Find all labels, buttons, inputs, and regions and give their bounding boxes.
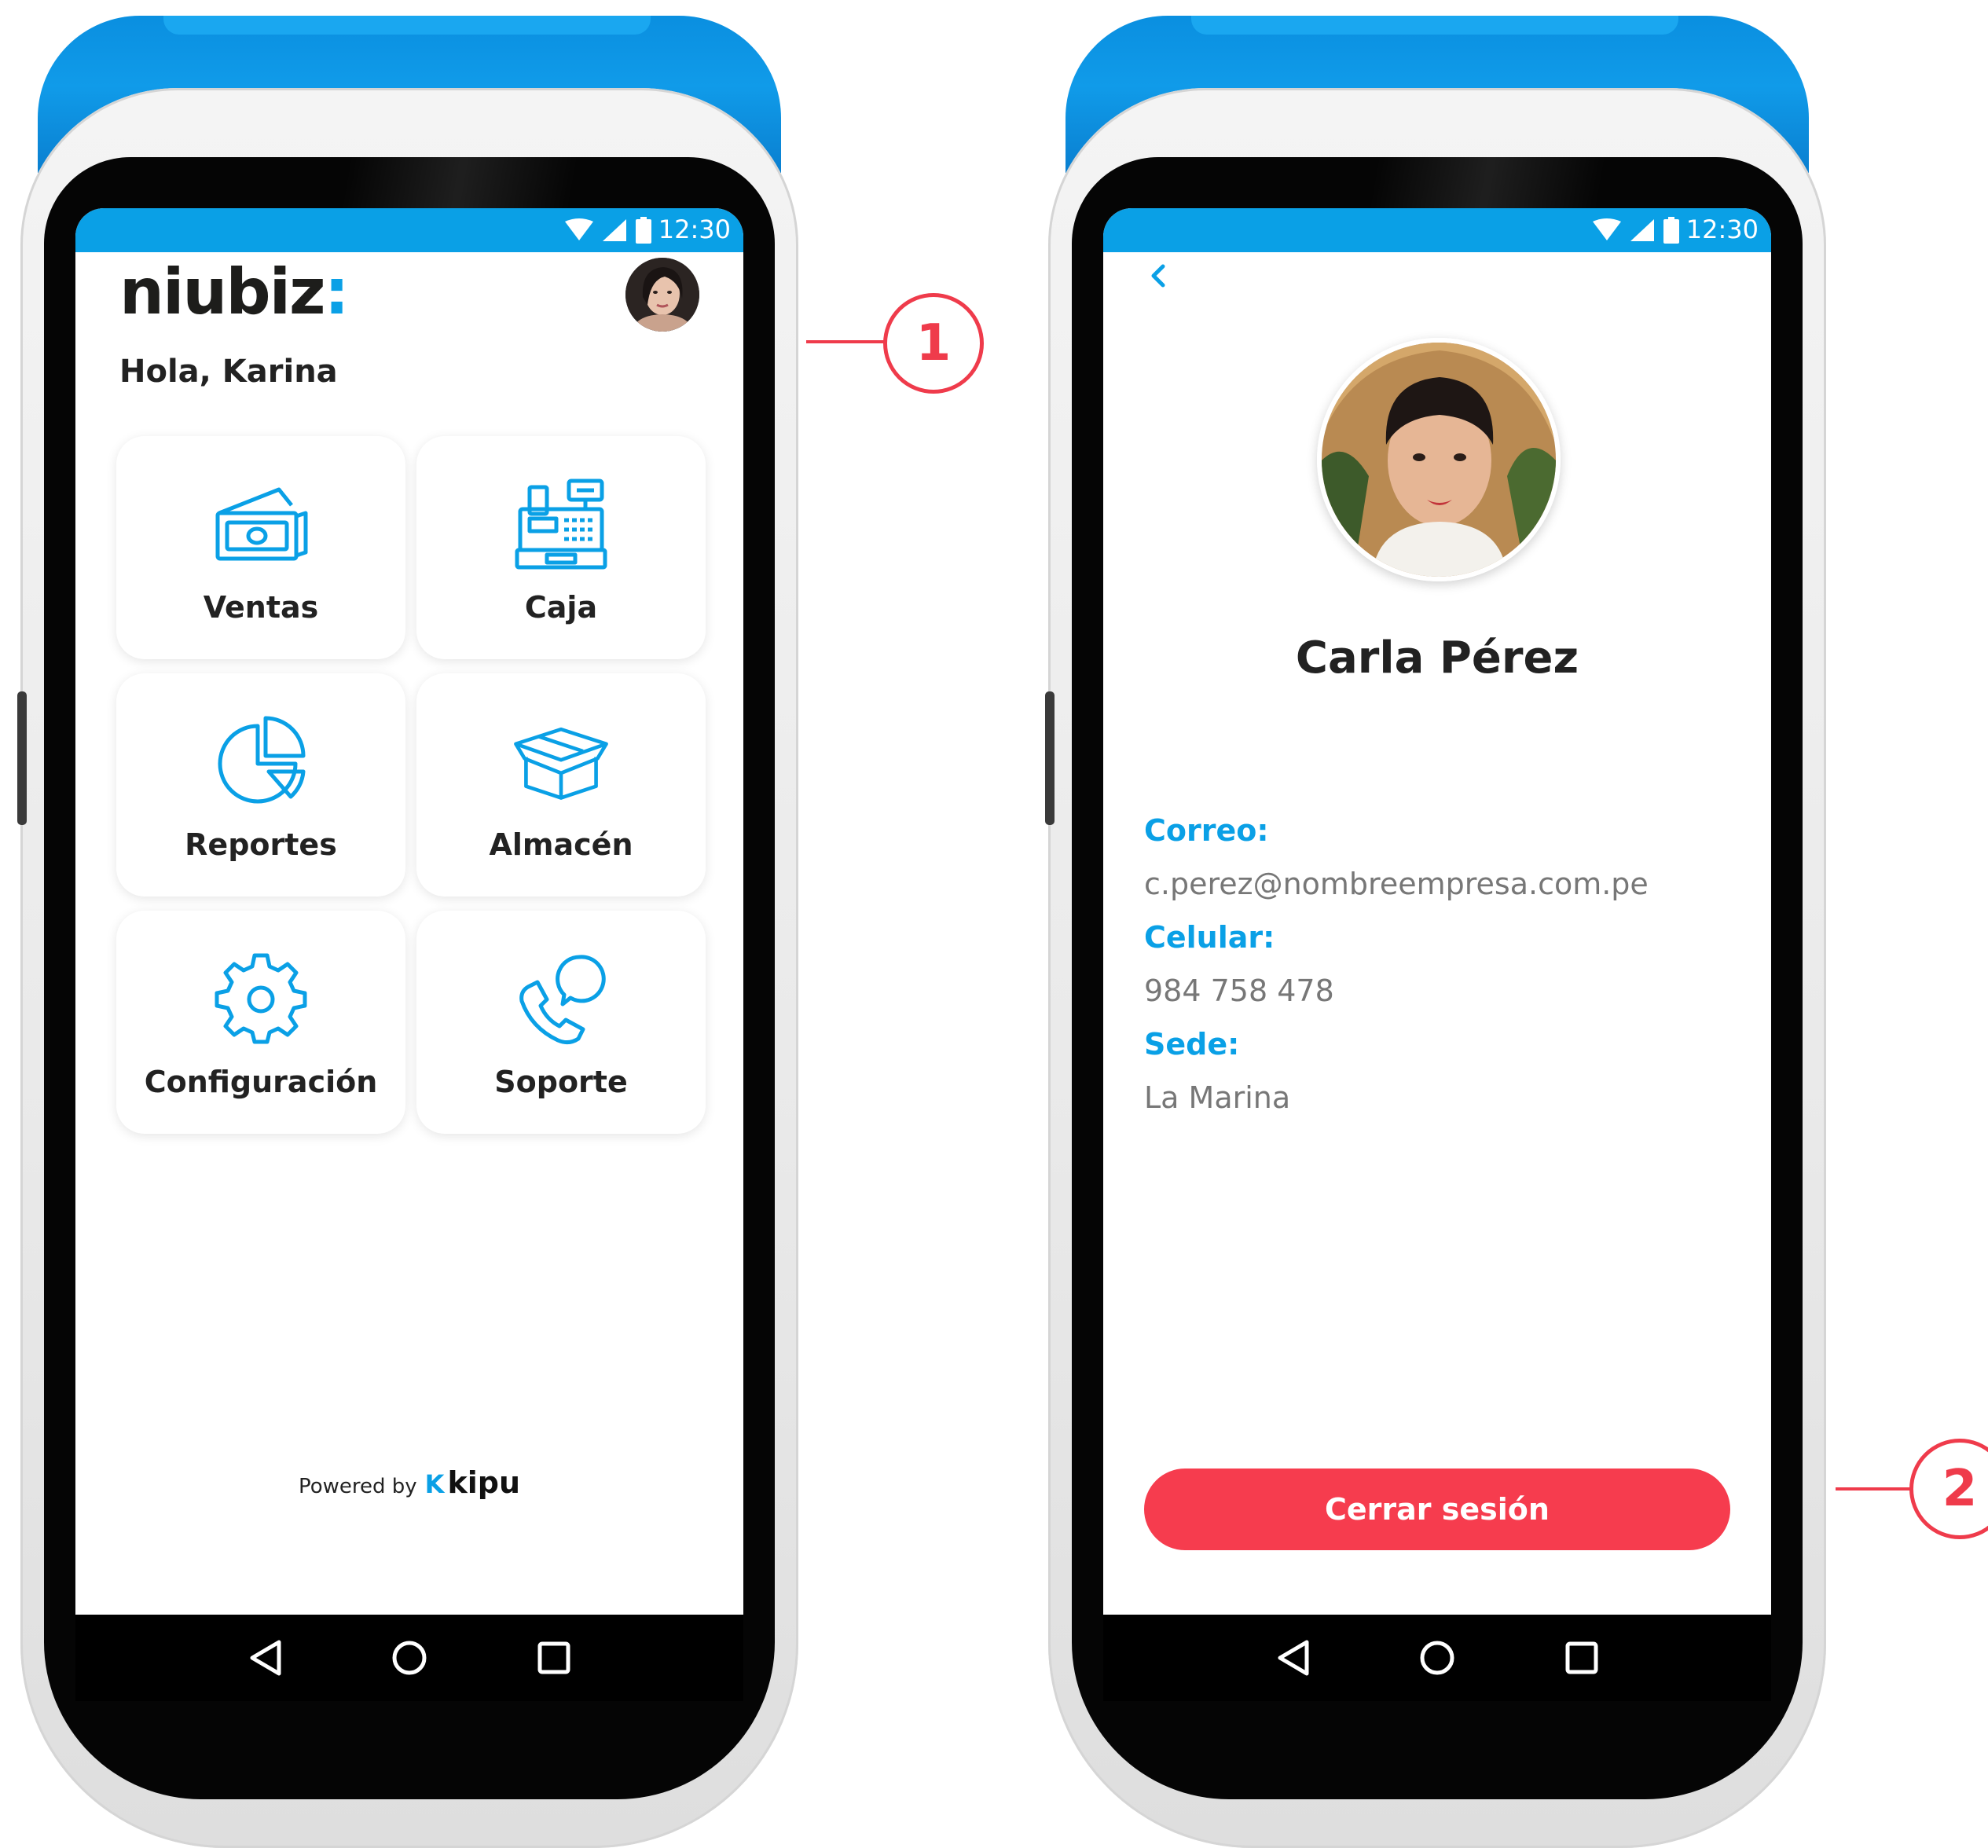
callout-1: 1 — [883, 293, 984, 394]
profile-screen: 12:30 Carla Pérez Correo: c.perez@nombre… — [1103, 208, 1771, 1688]
phone-chat-icon — [510, 948, 612, 1050]
powered-by: Powered by Kkipu — [75, 1465, 743, 1500]
menu-grid: Ventas Caja Reportes Almacén Configuraci… — [116, 436, 706, 1134]
brand-colon: : — [324, 255, 350, 328]
status-bar: 12:30 — [75, 208, 743, 252]
back-nav-icon[interactable] — [1275, 1639, 1310, 1677]
tile-label: Soporte — [494, 1065, 628, 1099]
greeting: Hola, Karina — [119, 354, 338, 390]
callout-1-line — [806, 340, 886, 343]
status-bar: 12:30 — [1103, 208, 1771, 252]
tile-label: Reportes — [185, 827, 337, 862]
device-home: 12:30 niubiz: Hola, Karina Ventas Caja R… — [17, 16, 798, 1848]
tile-configuracion[interactable]: Configuración — [116, 911, 405, 1134]
recents-nav-icon[interactable] — [1564, 1641, 1599, 1675]
tile-almacen[interactable]: Almacén — [416, 673, 706, 896]
cash-register-icon — [510, 474, 612, 576]
signal-icon — [1630, 219, 1654, 241]
status-icons — [1592, 216, 1680, 244]
profile-name: Carla Pérez — [1295, 632, 1579, 684]
brand-logo: niubiz: — [119, 255, 350, 328]
side-button — [17, 691, 27, 825]
email-label: Correo: — [1144, 813, 1269, 848]
phone-value: 984 758 478 — [1144, 974, 1334, 1008]
callout-2: 2 — [1909, 1439, 1988, 1539]
email-value: c.perez@nombreempresa.com.pe — [1144, 867, 1649, 901]
powered-by-brand: kipu — [447, 1465, 521, 1500]
site-value: La Marina — [1144, 1080, 1291, 1115]
tile-caja[interactable]: Caja — [416, 436, 706, 659]
battery-icon — [636, 217, 651, 244]
back-chevron-icon[interactable] — [1141, 255, 1172, 295]
phone-label: Celular: — [1144, 920, 1275, 955]
avatar-photo — [625, 258, 699, 332]
tile-label: Ventas — [203, 590, 319, 625]
kipu-logo-icon: K — [424, 1469, 445, 1499]
profile-avatar[interactable] — [1317, 338, 1561, 581]
pie-chart-icon — [210, 711, 312, 813]
tile-label: Configuración — [144, 1065, 378, 1099]
back-nav-icon[interactable] — [248, 1639, 282, 1677]
tile-label: Almacén — [489, 827, 633, 862]
android-nav-bar — [1103, 1615, 1771, 1701]
status-icons — [564, 216, 652, 244]
home-nav-icon[interactable] — [391, 1640, 427, 1676]
cash-icon — [210, 474, 312, 576]
recents-nav-icon[interactable] — [537, 1641, 571, 1675]
device-profile: 12:30 Carla Pérez Correo: c.perez@nombre… — [1045, 16, 1826, 1848]
battery-icon — [1663, 217, 1679, 244]
signal-icon — [603, 219, 626, 241]
box-icon — [510, 711, 612, 813]
gear-icon — [210, 948, 312, 1050]
callout-2-line — [1836, 1487, 1911, 1490]
wifi-icon — [565, 218, 593, 240]
powered-by-prefix: Powered by — [298, 1475, 417, 1498]
tile-label: Caja — [524, 590, 598, 625]
wifi-icon — [1593, 218, 1621, 240]
home-nav-icon[interactable] — [1419, 1640, 1455, 1676]
user-avatar[interactable] — [625, 258, 699, 332]
logout-button[interactable]: Cerrar sesión — [1144, 1468, 1730, 1550]
tile-ventas[interactable]: Ventas — [116, 436, 405, 659]
side-button — [1045, 691, 1055, 825]
brand-name: niubiz — [119, 255, 326, 328]
tile-reportes[interactable]: Reportes — [116, 673, 405, 896]
tile-soporte[interactable]: Soporte — [416, 911, 706, 1134]
android-nav-bar — [75, 1615, 743, 1701]
home-screen: 12:30 niubiz: Hola, Karina Ventas Caja R… — [75, 208, 743, 1688]
status-time: 12:30 — [1685, 214, 1759, 244]
status-time: 12:30 — [658, 214, 731, 244]
profile-photo — [1322, 343, 1556, 577]
site-label: Sede: — [1144, 1027, 1240, 1062]
